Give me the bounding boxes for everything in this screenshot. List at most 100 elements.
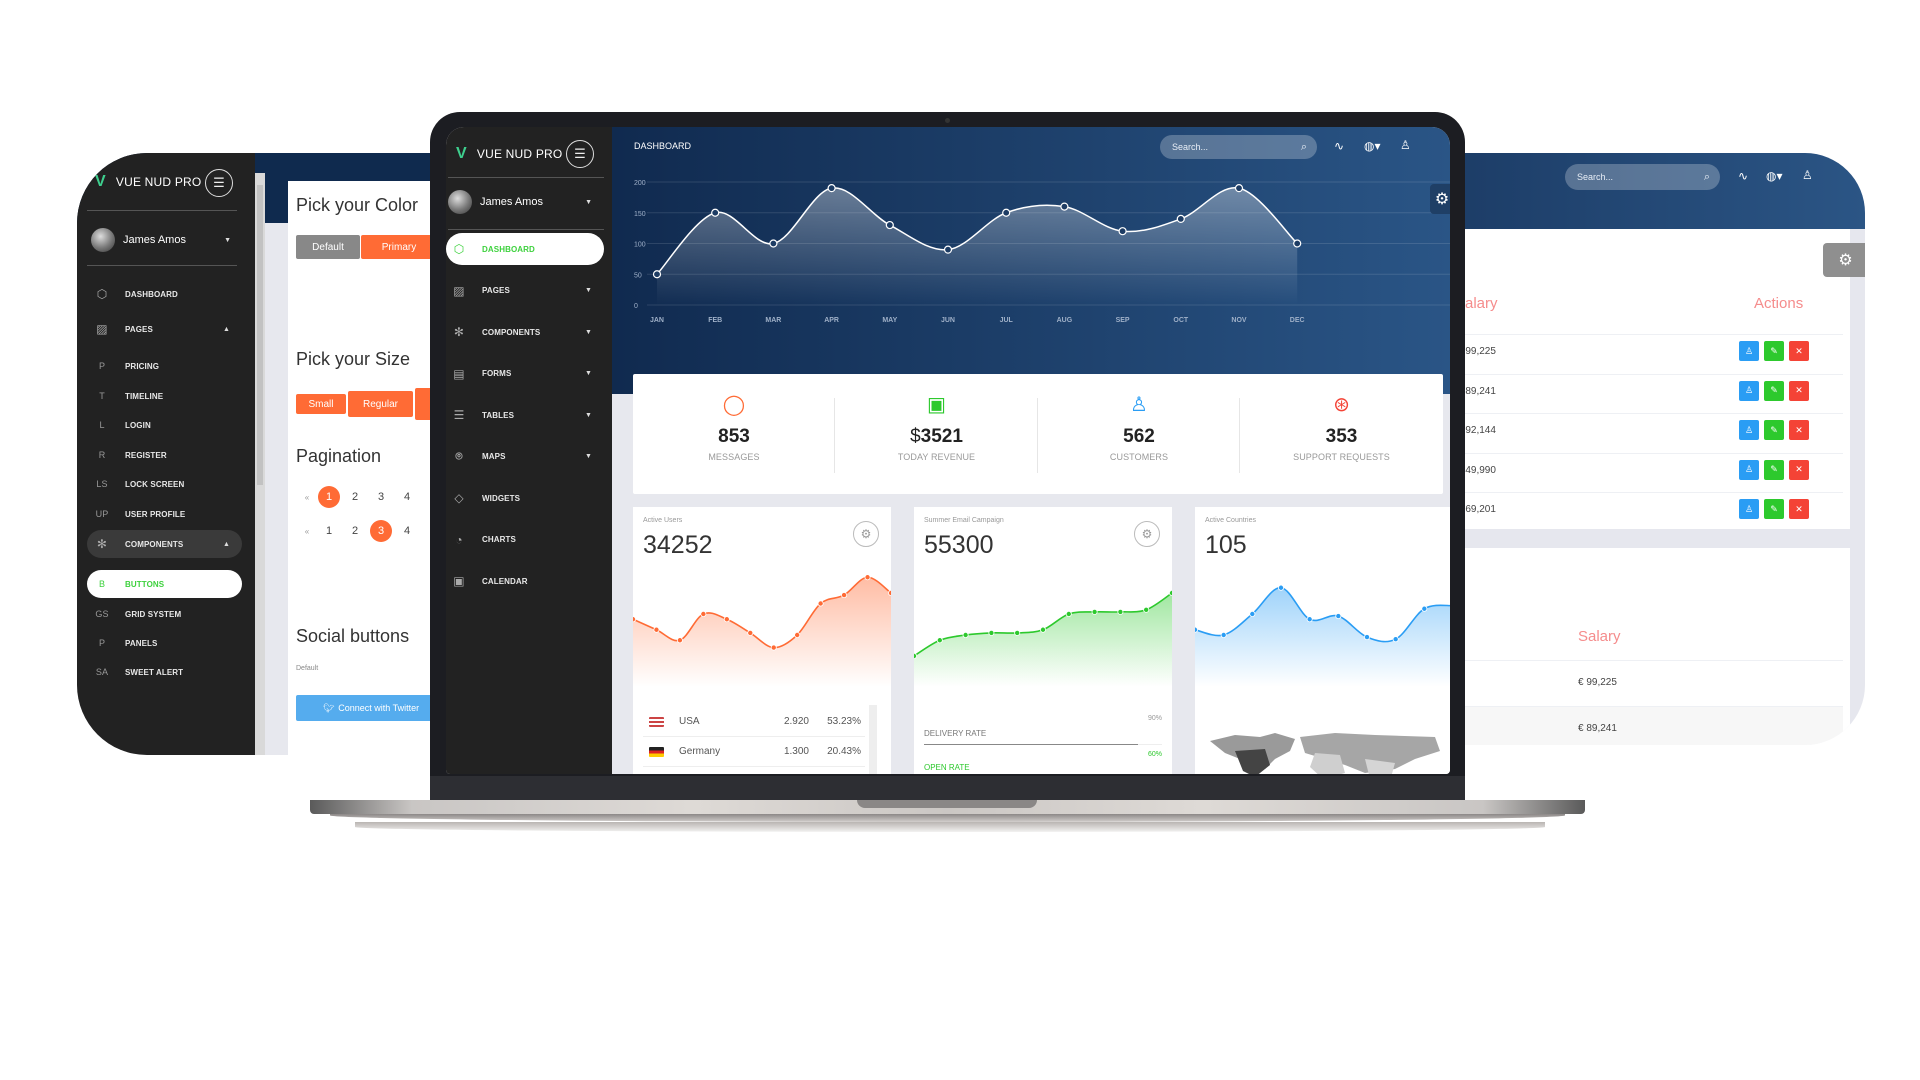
sidebar-item-charts[interactable]: ◔ CHARTS	[446, 524, 604, 556]
settings-tab[interactable]: ⚙	[1430, 184, 1450, 214]
user-action-button[interactable]: ♙	[1739, 380, 1759, 401]
user-icon: ♙	[1744, 503, 1754, 514]
sidebar-item-panels[interactable]: P PANELS	[87, 634, 242, 652]
sidebar-item-maps[interactable]: ⌾ MAPS ▼	[446, 441, 604, 473]
data-point	[633, 616, 636, 623]
sidebar-item-tables[interactable]: ☰ TABLES ▼	[446, 399, 604, 431]
sidebar-item-widgets[interactable]: ◇ WIDGETS	[446, 482, 604, 514]
sidebar-item-lock-screen[interactable]: LS LOCK SCREEN	[87, 475, 242, 493]
data-point	[827, 184, 836, 193]
sidebar-item-pages[interactable]: ▨ PAGES ▲	[87, 320, 242, 338]
search-input[interactable]: Search... ⌕	[1565, 164, 1720, 190]
pulse-icon[interactable]: ∿	[1334, 139, 1344, 153]
country-row[interactable]: Germany 1.300 20.43%	[643, 737, 865, 767]
sidebar-item-buttons[interactable]: B BUTTONS	[87, 570, 242, 598]
sidebar-item-pricing[interactable]: P PRICING	[87, 357, 242, 375]
sidebar-item-forms[interactable]: ▤ FORMS ▼	[446, 358, 604, 390]
pagination-page[interactable]: 2	[344, 486, 366, 508]
close-action-button[interactable]: ✕	[1789, 459, 1809, 480]
pulse-icon[interactable]: ∿	[1738, 169, 1748, 183]
pagination-page[interactable]: 4	[396, 520, 418, 542]
area-fill	[1195, 587, 1450, 687]
sidebar-item-grid-system[interactable]: GS GRID SYSTEM	[87, 605, 242, 623]
laptop-screen: V VUE NUD PRO ☰ James Amos ▼ ⬡ DASHBOARD ▨…	[446, 127, 1450, 774]
lifebuoy-icon: ⊛	[1333, 394, 1350, 416]
small-size-button[interactable]: Small	[296, 394, 346, 414]
primary-color-button[interactable]: Primary	[361, 235, 437, 259]
default-color-button[interactable]: Default	[296, 235, 360, 259]
user-action-button[interactable]: ♙	[1739, 420, 1759, 440]
pagination-page[interactable]: 3	[370, 486, 392, 508]
close-icon: ✕	[1795, 385, 1803, 395]
pagination-page[interactable]: 4	[396, 486, 418, 508]
user-icon: ♙	[1744, 424, 1754, 435]
user-menu[interactable]: James Amos ▼	[91, 228, 241, 252]
card-settings-button[interactable]: ⚙	[853, 521, 879, 547]
search-placeholder: Search...	[1577, 172, 1614, 182]
camera	[945, 118, 950, 123]
settings-tab[interactable]: ⚙	[1823, 243, 1865, 277]
user-menu[interactable]: James Amos ▼	[448, 190, 604, 214]
user-name: James Amos	[123, 234, 186, 246]
pagination-page[interactable]: 3	[370, 520, 392, 542]
twitter-connect-button[interactable]: 🐦︎ Connect with Twitter	[296, 695, 437, 721]
search-input[interactable]: Search... ⌕	[1160, 135, 1317, 159]
regular-size-button[interactable]: Regular	[348, 391, 413, 417]
stat-label: CUSTOMERS	[1109, 452, 1169, 462]
menu-toggle-button[interactable]: ☰	[566, 140, 594, 168]
sidebar-item-login[interactable]: L LOGIN	[87, 416, 242, 434]
y-tick-label: 0	[634, 303, 638, 310]
search-placeholder: Search...	[1172, 142, 1209, 152]
item-label: FORMS	[482, 369, 512, 378]
card-settings-button[interactable]: ⚙	[1134, 521, 1160, 547]
sidebar-item-sweet-alert[interactable]: SA SWEET ALERT	[87, 663, 242, 681]
stat-customers: ♙ 562 CUSTOMERS	[1038, 374, 1240, 494]
user-icon[interactable]: ♙	[1400, 138, 1411, 152]
pagination-prev[interactable]: «	[296, 486, 318, 508]
sidebar-item-register[interactable]: R REGISTER	[87, 446, 242, 464]
sidebar-item-components[interactable]: ✻ COMPONENTS ▲	[87, 530, 242, 558]
menu-toggle-button[interactable]: ☰	[205, 169, 233, 197]
country-row[interactable]: USA 2.920 53.23%	[643, 707, 865, 737]
row-divider	[1450, 334, 1843, 335]
pagination-page[interactable]: 1	[318, 520, 340, 542]
user-action-button[interactable]: ♙	[1739, 499, 1759, 519]
user-action-button[interactable]: ♙	[1739, 459, 1759, 480]
sidebar-item-user-profile[interactable]: UP USER PROFILE	[87, 505, 242, 523]
sidebar-item-dashboard[interactable]: ⬡ DASHBOARD	[446, 233, 604, 265]
sidebar-item-timeline[interactable]: T TIMELINE	[87, 387, 242, 405]
avatar	[448, 190, 472, 214]
globe-icon[interactable]: ◍▾	[1766, 169, 1783, 183]
edit-action-button[interactable]: ✎	[1764, 459, 1784, 480]
edit-action-button[interactable]: ✎	[1764, 380, 1784, 401]
sidebar-item-pages[interactable]: ▨ PAGES ▼	[446, 275, 604, 307]
data-point	[794, 632, 801, 639]
pagination-page[interactable]: 2	[344, 520, 366, 542]
globe-icon[interactable]: ◍▾	[1364, 139, 1381, 153]
close-action-button[interactable]: ✕	[1789, 499, 1809, 519]
sidebar-item-calendar[interactable]: ▣ CALENDAR	[446, 565, 604, 597]
data-point	[1335, 613, 1342, 620]
table-scrollbar[interactable]	[869, 705, 877, 774]
item-label: PRICING	[125, 361, 160, 371]
item-abbr: SA	[95, 667, 109, 677]
close-action-button[interactable]: ✕	[1789, 341, 1809, 361]
pagination-prev[interactable]: «	[296, 520, 318, 542]
close-action-button[interactable]: ✕	[1789, 380, 1809, 401]
card-title: Summer Email Campaign	[924, 517, 1004, 524]
edit-action-button[interactable]: ✎	[1764, 420, 1784, 440]
edit-action-button[interactable]: ✎	[1764, 499, 1784, 519]
close-action-button[interactable]: ✕	[1789, 420, 1809, 440]
item-abbr: UP	[95, 509, 109, 519]
pagination-page[interactable]: 1	[318, 486, 340, 508]
sidebar-item-components[interactable]: ✻ COMPONENTS ▼	[446, 316, 604, 348]
sidebar-scrollbar[interactable]	[255, 173, 265, 755]
sidebar-item-dashboard[interactable]: ⬡ DASHBOARD	[87, 285, 242, 303]
user-action-button[interactable]: ♙	[1739, 341, 1759, 361]
main-sidebar: V VUE NUD PRO ☰ James Amos ▼ ⬡ DASHBOARD ▨…	[446, 127, 612, 774]
data-point	[943, 245, 953, 254]
user-icon[interactable]: ♙	[1802, 168, 1813, 182]
stat-value: 562	[1038, 426, 1240, 448]
scrollbar-thumb[interactable]	[257, 185, 263, 485]
edit-action-button[interactable]: ✎	[1764, 341, 1784, 361]
